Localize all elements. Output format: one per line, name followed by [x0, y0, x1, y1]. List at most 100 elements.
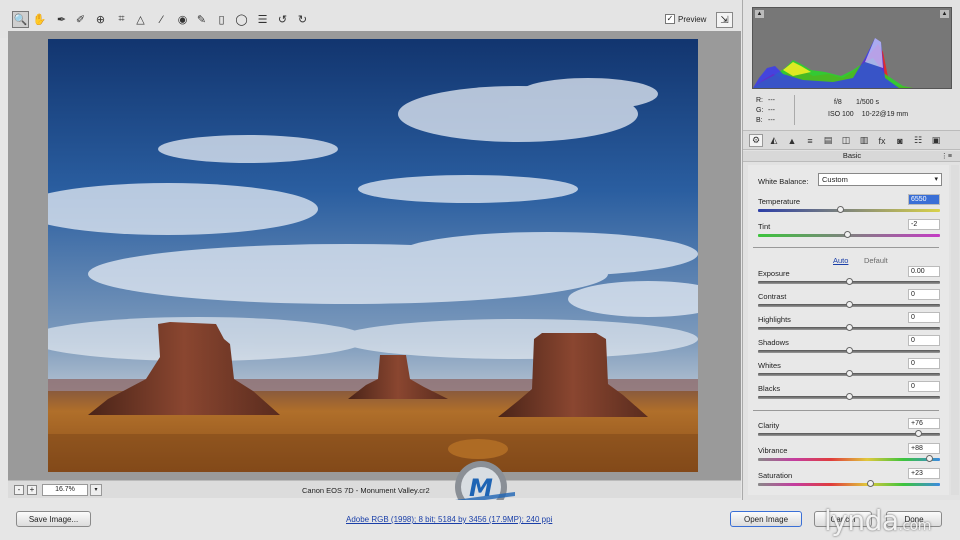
exposure-label: Exposure: [758, 269, 790, 278]
adjustment-panel: ▲ ▲ R: --- G: --- B: --- f/8 1/500 s ISO 100…: [742, 0, 960, 500]
rotate-left-icon[interactable]: ↺: [274, 11, 291, 28]
divider: [753, 410, 939, 411]
file-name-label: Canon EOS 7D - Monument Valley.cr2: [302, 486, 430, 495]
camera-calibration-tab-icon[interactable]: ◙: [893, 134, 907, 147]
rotate-right-icon[interactable]: ↻: [294, 11, 311, 28]
blacks-thumb[interactable]: [846, 393, 853, 400]
adjustment-brush-icon[interactable]: ✎: [193, 11, 210, 28]
shadows-label: Shadows: [758, 338, 789, 347]
contrast-value-field[interactable]: 0: [908, 289, 940, 300]
vibrance-label: Vibrance: [758, 446, 788, 455]
clarity-value-field[interactable]: +76: [908, 418, 940, 429]
preview-toggle[interactable]: ✓ Preview: [665, 14, 706, 24]
tone-curve-tab-icon[interactable]: ◭: [767, 134, 781, 147]
preview-label: Preview: [678, 14, 707, 24]
whites-thumb[interactable]: [846, 370, 853, 377]
white-balance-select[interactable]: Custom ▾: [818, 173, 942, 186]
vibrance-slider: Vibrance +88: [758, 443, 940, 468]
readout-divider: [794, 95, 795, 125]
split-toning-tab-icon[interactable]: ▤: [821, 134, 835, 147]
open-image-button[interactable]: Open Image: [730, 511, 802, 527]
iso: ISO 100: [828, 111, 854, 118]
fx-tab-icon[interactable]: fx: [875, 134, 889, 147]
readout-b: B: ---: [756, 117, 775, 124]
dialog-footer: Save Image... Adobe RGB (1998); 8 bit; 5…: [0, 500, 960, 540]
camera-readout: R: --- G: --- B: --- f/8 1/500 s ISO 100 10-2…: [756, 95, 951, 127]
highlights-thumb[interactable]: [846, 324, 853, 331]
temperature-track[interactable]: [758, 209, 940, 212]
tint-label: Tint: [758, 222, 771, 231]
exposure-thumb[interactable]: [846, 278, 853, 285]
shutter-speed: 1/500 s: [856, 99, 879, 106]
temperature-slider: Temperature 6550: [758, 194, 940, 219]
whites-value-field[interactable]: 0: [908, 358, 940, 369]
default-link[interactable]: Default: [864, 256, 888, 265]
targeted-adjustment-icon[interactable]: ⊕: [92, 11, 109, 28]
auto-tone-link[interactable]: Auto: [833, 256, 848, 265]
histogram: ▲ ▲: [752, 7, 952, 89]
lynda-brand-suffix: .com: [898, 518, 932, 534]
divider: [753, 247, 939, 248]
exif-info: f/8 1/500 s ISO 100 10-22@19 mm: [828, 99, 908, 123]
fullscreen-icon: ⇲: [720, 14, 729, 26]
contrast-thumb[interactable]: [846, 301, 853, 308]
white-balance-label: White Balance:: [758, 177, 809, 186]
vibrance-track[interactable]: [758, 458, 940, 461]
hsl-tab-icon[interactable]: ≡: [803, 134, 817, 147]
eyedropper-icon[interactable]: ✒: [53, 11, 70, 28]
contrast-slider: Contrast 0: [758, 289, 940, 314]
detail-tab-icon[interactable]: ▲: [785, 134, 799, 147]
readout-g: G: ---: [756, 107, 775, 114]
saturation-value-field[interactable]: +23: [908, 468, 940, 479]
red-eye-icon[interactable]: ◉: [174, 11, 191, 28]
fullscreen-button[interactable]: ⇲: [716, 12, 733, 28]
panel-scrollbar[interactable]: [951, 165, 959, 495]
basic-adjustments: White Balance: Custom ▾ Temperature 6550 T…: [748, 165, 949, 495]
workflow-options-link[interactable]: Adobe RGB (1998); 8 bit; 5184 by 3456 (1…: [346, 515, 552, 524]
exposure-value-field[interactable]: 0.00: [908, 266, 940, 277]
snapshots-tab-icon[interactable]: ▣: [929, 134, 943, 147]
contrast-label: Contrast: [758, 292, 787, 301]
effects-tab-icon[interactable]: ▥: [857, 134, 871, 147]
basic-tab-icon[interactable]: ⚙: [749, 134, 763, 147]
save-image-button[interactable]: Save Image...: [16, 511, 91, 527]
zoom-icon[interactable]: 🔍: [12, 11, 29, 28]
temperature-value-field[interactable]: 6550: [908, 194, 940, 205]
vibrance-value-field[interactable]: +88: [908, 443, 940, 454]
chevron-down-icon: ▾: [934, 176, 938, 183]
preferences-icon[interactable]: ☰: [254, 11, 271, 28]
zoom-dropdown-button[interactable]: ▾: [90, 484, 102, 496]
clarity-slider: Clarity +76: [758, 418, 940, 443]
tint-value-field[interactable]: -2: [908, 219, 940, 230]
highlights-value-field[interactable]: 0: [908, 312, 940, 323]
image-canvas[interactable]: [8, 31, 741, 480]
status-bar: - + 16.7% ▾ Canon EOS 7D - Monument Vall…: [8, 480, 741, 498]
shadows-thumb[interactable]: [846, 347, 853, 354]
zoom-out-button[interactable]: -: [14, 485, 24, 495]
blacks-label: Blacks: [758, 384, 781, 393]
hand-icon[interactable]: ✋: [31, 11, 48, 28]
presets-tab-icon[interactable]: ☷: [911, 134, 925, 147]
panel-tabs: ⚙ ◭ ▲ ≡ ▤ ◫ ▥ fx ◙ ☷ ▣: [743, 130, 960, 150]
panel-menu-icon[interactable]: ⋮≡: [941, 152, 952, 160]
clarity-track[interactable]: [758, 433, 940, 436]
whites-slider: Whites 0: [758, 358, 940, 383]
lens-corrections-tab-icon[interactable]: ◫: [839, 134, 853, 147]
shadows-slider: Shadows 0: [758, 335, 940, 360]
spot-removal-icon[interactable]: ⁄: [153, 11, 170, 28]
saturation-track[interactable]: [758, 483, 940, 486]
saturation-slider: Saturation +23: [758, 468, 940, 493]
shadows-value-field[interactable]: 0: [908, 335, 940, 346]
blacks-value-field[interactable]: 0: [908, 381, 940, 392]
preview-checkbox[interactable]: ✓: [665, 14, 675, 24]
radial-filter-icon[interactable]: ◯: [233, 11, 250, 28]
color-sampler-icon[interactable]: ✐: [72, 11, 89, 28]
zoom-in-button[interactable]: +: [27, 485, 37, 495]
straighten-icon[interactable]: △: [132, 11, 149, 28]
crop-icon[interactable]: ⌗: [113, 11, 130, 28]
photo-preview: [48, 39, 698, 472]
saturation-thumb[interactable]: [866, 480, 874, 487]
temperature-thumb[interactable]: [836, 206, 844, 213]
graduated-filter-icon[interactable]: ▯: [213, 11, 230, 28]
zoom-level-field[interactable]: 16.7%: [42, 484, 88, 496]
